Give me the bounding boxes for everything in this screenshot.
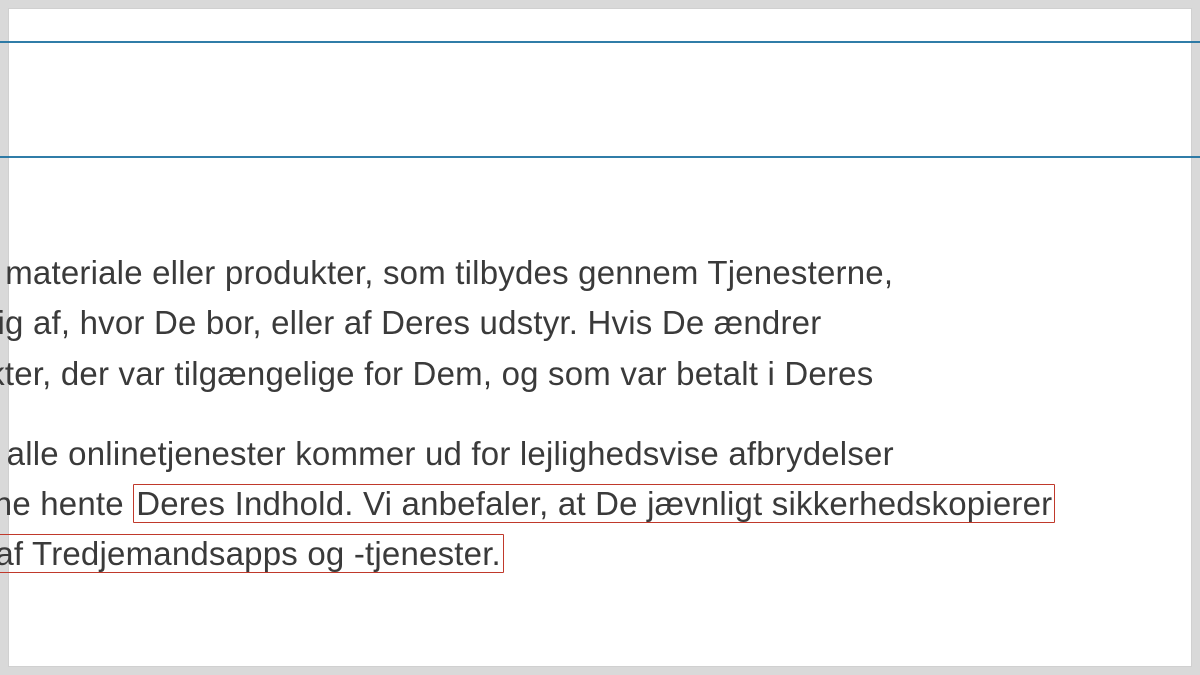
paragraph-2: sterne kørende, men alle onlinetjenester… <box>0 429 1200 579</box>
p2-line2-pre: De muligvis ikke kunne hente <box>0 485 133 522</box>
p2-line3: ller lagrer ved hjælp af Tredjemandsapps… <box>0 529 1200 579</box>
divider-under-heading <box>0 156 1200 158</box>
document-content: ngelighed og -Tjenesterne eller material… <box>0 9 1200 609</box>
section-heading: ngelighed <box>0 71 1200 138</box>
p1-line3: n erhverve de produkter, der var tilgæng… <box>0 349 1200 399</box>
p2-line1: sterne kørende, men alle onlinetjenester… <box>0 429 1200 479</box>
p2-line2: De muligvis ikke kunne hente Deres Indho… <box>0 479 1200 529</box>
p1-line2: r kan variere afhængig af, hvor De bor, … <box>0 298 1200 348</box>
highlight-1: Deres Indhold. Vi anbefaler, at De jævnl… <box>133 484 1055 523</box>
highlight-2: ller lagrer ved hjælp af Tredjemandsapps… <box>0 534 504 573</box>
p1-line1: og -Tjenesterne eller materiale eller pr… <box>0 248 1200 298</box>
document-frame: ngelighed og -Tjenesterne eller material… <box>8 8 1192 667</box>
spacer <box>0 158 1200 248</box>
divider-top <box>0 41 1200 43</box>
paragraph-1: og -Tjenesterne eller materiale eller pr… <box>0 248 1200 398</box>
